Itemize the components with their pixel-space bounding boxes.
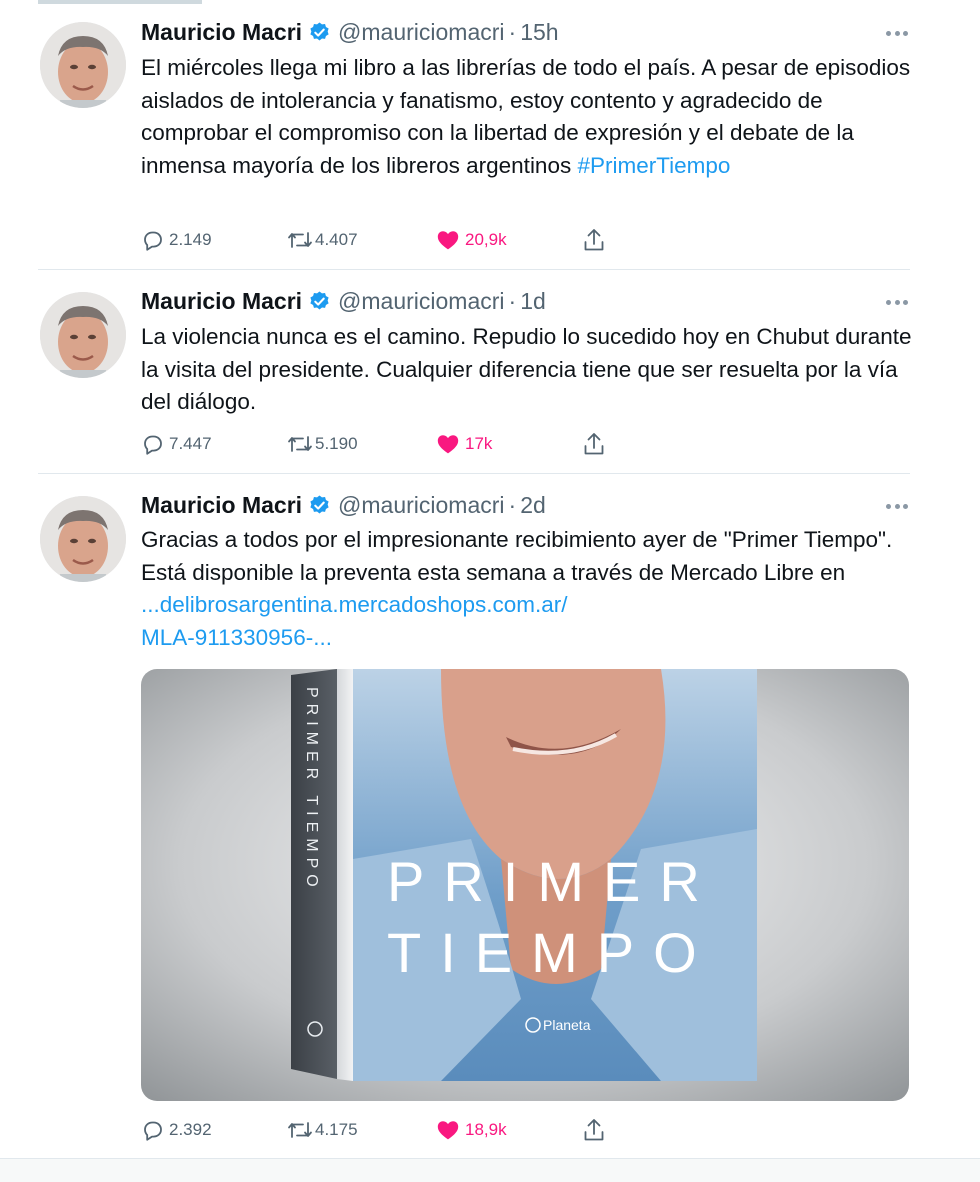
tweet-text: El miércoles llega mi libro a las librer… bbox=[141, 52, 916, 183]
tweet-header: Mauricio Macri @mauriciomacri · 1d bbox=[141, 285, 546, 317]
retweet-button[interactable]: 5.190 bbox=[286, 429, 358, 459]
retweet-count: 4.407 bbox=[315, 230, 358, 249]
tweet-header: Mauricio Macri @mauriciomacri · 2d bbox=[141, 489, 546, 521]
tweet-actions: 2.392 4.175 18,9k bbox=[141, 1115, 621, 1145]
retweet-icon bbox=[288, 232, 312, 248]
author-name[interactable]: Mauricio Macri bbox=[141, 288, 302, 315]
tweet-body: El miércoles llega mi libro a las librer… bbox=[141, 55, 917, 179]
tweet-3[interactable]: Mauricio Macri @mauriciomacri · 2d Graci… bbox=[0, 474, 980, 1158]
tweet-header: Mauricio Macri @mauriciomacri · 15h bbox=[141, 16, 559, 48]
retweet-icon bbox=[288, 1122, 312, 1138]
cover-title-line1: PRIMER bbox=[387, 850, 719, 913]
share-icon bbox=[584, 229, 604, 251]
tweet-text: Gracias a todos por el impresionante rec… bbox=[141, 524, 916, 655]
author-handle[interactable]: @mauriciomacri bbox=[338, 492, 504, 519]
tweet-actions: 2.149 4.407 20,9k bbox=[141, 225, 621, 255]
like-button[interactable]: 17k bbox=[436, 429, 492, 459]
retweet-button[interactable]: 4.407 bbox=[286, 225, 358, 255]
share-icon bbox=[584, 433, 604, 455]
author-handle[interactable]: @mauriciomacri bbox=[338, 19, 504, 46]
retweet-count: 5.190 bbox=[315, 434, 358, 453]
retweet-button[interactable]: 4.175 bbox=[286, 1115, 358, 1145]
retweet-count: 4.175 bbox=[315, 1120, 358, 1139]
tweet-text: La violencia nunca es el camino. Repudio… bbox=[141, 321, 916, 419]
like-heart-icon bbox=[437, 1121, 459, 1140]
like-button[interactable]: 18,9k bbox=[436, 1115, 507, 1145]
separator-dot: · bbox=[508, 287, 517, 314]
avatar[interactable] bbox=[40, 496, 126, 582]
verified-badge-icon bbox=[310, 290, 329, 309]
external-link[interactable]: ...delibrosargentina.mercadoshops.com.ar… bbox=[141, 592, 567, 650]
author-name[interactable]: Mauricio Macri bbox=[141, 19, 302, 46]
reply-button[interactable]: 7.447 bbox=[141, 429, 212, 459]
tweet-2[interactable]: Mauricio Macri @mauriciomacri · 1d La vi… bbox=[0, 270, 980, 473]
verified-badge-icon bbox=[310, 21, 329, 40]
reply-count: 2.149 bbox=[169, 230, 212, 249]
author-name[interactable]: Mauricio Macri bbox=[141, 492, 302, 519]
tweet-actions: 7.447 5.190 17k bbox=[141, 429, 621, 459]
tweet-media-image[interactable]: PRIMER TIEMPO PRIMER TIEMPO Planeta bbox=[141, 669, 909, 1101]
reply-count: 7.447 bbox=[169, 434, 212, 453]
like-count: 17k bbox=[465, 434, 493, 453]
like-count: 20,9k bbox=[465, 230, 507, 249]
reply-icon bbox=[144, 1121, 162, 1141]
timestamp[interactable]: 2d bbox=[520, 492, 546, 519]
tweet-1[interactable]: Mauricio Macri @mauriciomacri · 15h El m… bbox=[0, 0, 980, 270]
author-handle[interactable]: @mauriciomacri bbox=[338, 288, 504, 315]
share-icon bbox=[584, 1119, 604, 1141]
hashtag-link[interactable]: #PrimerTiempo bbox=[577, 153, 730, 178]
publisher-logo: Planeta bbox=[543, 1017, 591, 1033]
reply-button[interactable]: 2.392 bbox=[141, 1115, 212, 1145]
verified-badge-icon bbox=[310, 494, 329, 513]
share-button[interactable] bbox=[582, 225, 606, 255]
separator-dot: · bbox=[508, 491, 517, 518]
timestamp[interactable]: 15h bbox=[520, 19, 558, 46]
separator-dot: · bbox=[508, 18, 517, 45]
more-options-icon[interactable] bbox=[886, 28, 908, 38]
more-options-icon[interactable] bbox=[886, 501, 908, 511]
retweet-icon bbox=[288, 436, 312, 452]
tweet-body: La violencia nunca es el camino. Repudio… bbox=[141, 324, 918, 415]
tweet-body: Gracias a todos por el impresionante rec… bbox=[141, 527, 905, 585]
spine-title: PRIMER TIEMPO bbox=[303, 687, 320, 893]
reply-count: 2.392 bbox=[169, 1120, 212, 1139]
svg-text:PRIMER TIEMPO: PRIMER TIEMPO bbox=[303, 687, 320, 893]
cover-title-line2: TIEMPO bbox=[387, 921, 716, 984]
avatar[interactable] bbox=[40, 22, 126, 108]
reply-button[interactable]: 2.149 bbox=[141, 225, 212, 255]
more-options-icon[interactable] bbox=[886, 297, 908, 307]
bottom-bar bbox=[0, 1158, 980, 1182]
like-heart-icon bbox=[437, 231, 459, 250]
share-button[interactable] bbox=[582, 1115, 606, 1145]
reply-icon bbox=[144, 231, 162, 251]
avatar[interactable] bbox=[40, 292, 126, 378]
like-heart-icon bbox=[437, 435, 459, 454]
timestamp[interactable]: 1d bbox=[520, 288, 546, 315]
like-button[interactable]: 20,9k bbox=[436, 225, 507, 255]
reply-icon bbox=[144, 435, 162, 455]
share-button[interactable] bbox=[582, 429, 606, 459]
like-count: 18,9k bbox=[465, 1120, 507, 1139]
